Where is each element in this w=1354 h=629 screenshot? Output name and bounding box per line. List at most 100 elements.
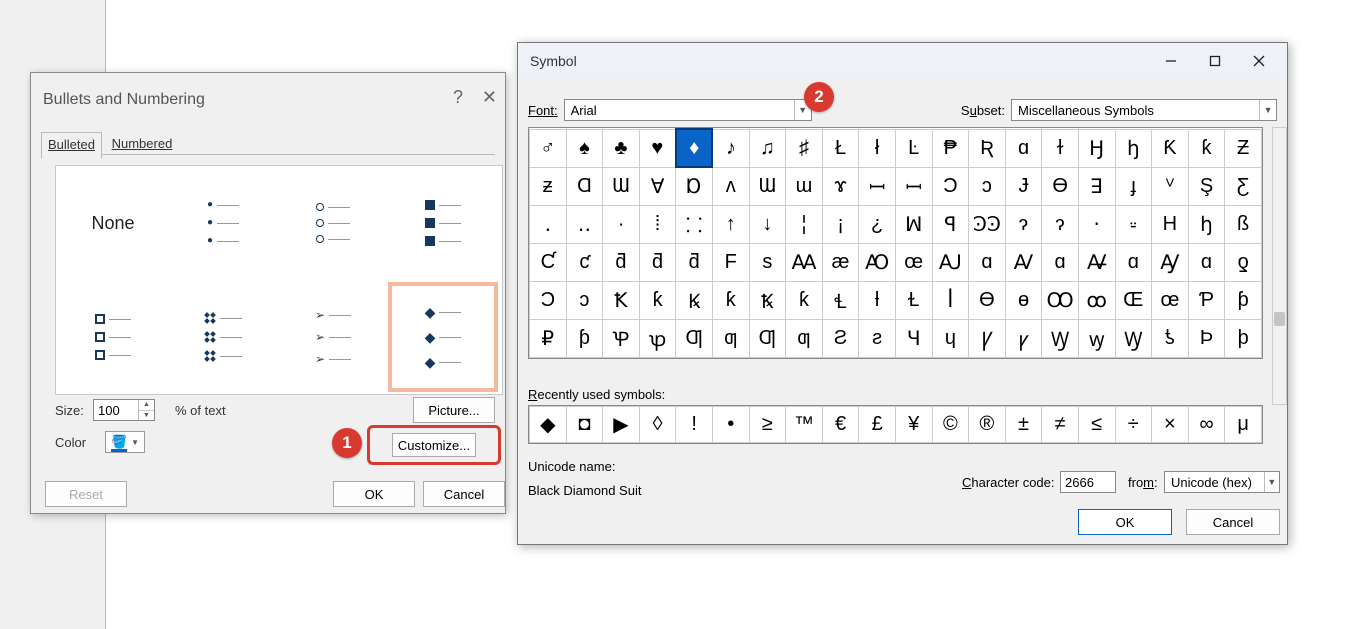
symbol-cell[interactable]: ƍ [1225, 243, 1262, 281]
symbol-cell[interactable]: ɑ [1115, 243, 1152, 281]
bullet-style-square-fill[interactable] [390, 170, 496, 276]
customize-button[interactable]: Customize... [392, 433, 476, 457]
symbol-cell[interactable]: ᴧ [712, 167, 749, 205]
symbol-cell[interactable]: Ɔ [530, 281, 567, 319]
symbol-cell[interactable]: Ƨ [822, 319, 859, 357]
bullet-style-four-diamond[interactable] [170, 284, 276, 390]
symbol-cell[interactable]: ƥ [1225, 281, 1262, 319]
recent-symbol-cell[interactable]: ≥ [749, 407, 786, 443]
subset-combo[interactable]: ▼ [1011, 99, 1277, 121]
scrollbar-thumb[interactable] [1274, 312, 1285, 326]
symbol-cell[interactable]: ɥ [932, 319, 969, 357]
symbol-cell[interactable]: Þ [1188, 319, 1225, 357]
bullet-style-circle[interactable] [280, 170, 386, 276]
recent-symbol-cell[interactable]: ÷ [1115, 407, 1152, 443]
symbol-cell[interactable]: Ɯ [603, 167, 640, 205]
symbol-cell[interactable]: ɑ [1188, 243, 1225, 281]
symbol-cell[interactable]: ɤ [822, 167, 859, 205]
symbol-cell[interactable]: ꝩ [1005, 319, 1042, 357]
symbol-cell[interactable]: Ɵ [1042, 167, 1079, 205]
symbol-cell[interactable]: ƶ [530, 167, 567, 205]
symbol-cell[interactable]: ꝏ [1078, 281, 1115, 319]
symbol-cell[interactable]: Ŀ [895, 129, 932, 167]
symbol-cell[interactable]: ꜧ [1115, 129, 1152, 167]
recent-symbol-cell[interactable]: ▶ [603, 407, 640, 443]
symbol-cell[interactable]: ꝡ [1078, 319, 1115, 357]
symbol-cell[interactable]: ꜧ [1188, 205, 1225, 243]
spinner-buttons[interactable]: ▲▼ [138, 400, 154, 420]
symbol-cell[interactable]: Ɥ [895, 319, 932, 357]
symbol-cell[interactable]: ꟽ [895, 205, 932, 243]
symbol-cell[interactable]: Ƶ [1225, 129, 1262, 167]
character-code-box[interactable] [1060, 471, 1116, 493]
symbol-cell[interactable]: Ꝩ [969, 319, 1006, 357]
symbol-cell[interactable]: ƣ [712, 319, 749, 357]
recent-symbol-cell[interactable]: ® [969, 407, 1006, 443]
symbol-cell[interactable]: ƌ [676, 243, 713, 281]
symbol-cell[interactable]: ․ [530, 205, 567, 243]
symbol-cell[interactable]: ♪ [712, 129, 749, 167]
symbol-cell[interactable]: ↓ [749, 205, 786, 243]
bullet-style-diamond-selected[interactable]: ◆ ◆ ◆ [388, 282, 498, 392]
symbol-grid[interactable]: ♂♠♣♥♦♪♫♯ŁłĿ₱ƦɑɫꜦꜧƘƙƵƶⱭƜⱯⱰᴧƜɯɤꟷꟷƆɔɈƟꓱɟⱽŞƸ… [528, 127, 1263, 359]
spin-down-icon[interactable]: ▼ [139, 411, 154, 421]
symbol-cell[interactable]: Ɵ [969, 281, 1006, 319]
symbol-cell[interactable]: Ɉ [1005, 167, 1042, 205]
symbol-cell[interactable]: ⸚ [1115, 205, 1152, 243]
symbol-cell[interactable]: ƙ [639, 281, 676, 319]
symbol-cell[interactable]: Ꝃ [676, 281, 713, 319]
cancel-button[interactable]: Cancel [1186, 509, 1280, 535]
symbol-cell[interactable]: Ꜧ [1078, 129, 1115, 167]
recent-symbol-cell[interactable]: € [822, 407, 859, 443]
picture-button[interactable]: Picture... [413, 397, 495, 423]
symbol-cell[interactable]: ƙ [1188, 129, 1225, 167]
recent-symbol-cell[interactable]: ≠ [1042, 407, 1079, 443]
symbol-cell[interactable]: ♂ [530, 129, 567, 167]
symbol-cell[interactable]: ¡ [822, 205, 859, 243]
symbol-cell[interactable]: ♫ [749, 129, 786, 167]
cancel-button[interactable]: Cancel [423, 481, 505, 507]
from-input[interactable] [1165, 472, 1264, 492]
recent-symbol-cell[interactable]: £ [859, 407, 896, 443]
symbol-cell[interactable]: ɔ [969, 167, 1006, 205]
font-combo[interactable]: ▼ [564, 99, 812, 121]
symbol-cell[interactable]: ‧ [1078, 205, 1115, 243]
chevron-down-icon[interactable]: ▼ [1259, 100, 1276, 120]
symbol-cell[interactable]: Ꜷ [932, 243, 969, 281]
recent-symbol-cell[interactable]: • [712, 407, 749, 443]
symbol-cell[interactable]: œ [895, 243, 932, 281]
recent-symbol-cell[interactable]: ± [1005, 407, 1042, 443]
reset-button[interactable]: Reset [45, 481, 127, 507]
symbol-cell[interactable]: ɯ [786, 167, 823, 205]
symbol-cell[interactable]: ₽ [530, 319, 567, 357]
symbol-cell[interactable]: ɫ [1042, 129, 1079, 167]
recent-symbol-cell[interactable]: ◘ [566, 407, 603, 443]
symbol-cell[interactable]: ♦ [676, 129, 713, 167]
symbol-cell[interactable]: H [1152, 205, 1189, 243]
maximize-button[interactable] [1193, 46, 1237, 76]
symbol-cell[interactable]: Ƥ [1188, 281, 1225, 319]
symbol-cell[interactable]: Ł [822, 129, 859, 167]
tab-numbered[interactable]: Numbered [106, 132, 179, 157]
symbol-cell[interactable]: ƙ [712, 281, 749, 319]
symbol-cell[interactable]: ♯ [786, 129, 823, 167]
symbol-cell[interactable]: ∙ [603, 205, 640, 243]
symbol-cell[interactable]: ♠ [566, 129, 603, 167]
spin-up-icon[interactable]: ▲ [139, 400, 154, 411]
symbol-cell[interactable]: Ꝁ [603, 281, 640, 319]
symbol-cell[interactable]: ƈ [566, 243, 603, 281]
recent-symbols[interactable]: ◆◘▶◊!•≥™€£¥©®±≠≤÷×∞μ [528, 405, 1263, 444]
symbol-cell[interactable]: ꓱ [1078, 167, 1115, 205]
symbol-cell[interactable]: ♣ [603, 129, 640, 167]
symbol-cell[interactable]: ɑ [969, 243, 1006, 281]
size-input[interactable] [94, 400, 138, 420]
symbol-cell[interactable]: ꟷ [859, 167, 896, 205]
symbol-cell[interactable]: ₱ [932, 129, 969, 167]
symbol-cell[interactable]: ƾ [1152, 319, 1189, 357]
symbol-cell[interactable]: ł [859, 129, 896, 167]
symbol-cell[interactable]: ꟷ [895, 167, 932, 205]
recent-symbol-cell[interactable]: ∞ [1188, 407, 1225, 443]
symbol-cell[interactable]: Ꜻ [1078, 243, 1115, 281]
close-button[interactable]: ✕ [482, 87, 497, 108]
recent-symbol-cell[interactable]: ◆ [530, 407, 567, 443]
